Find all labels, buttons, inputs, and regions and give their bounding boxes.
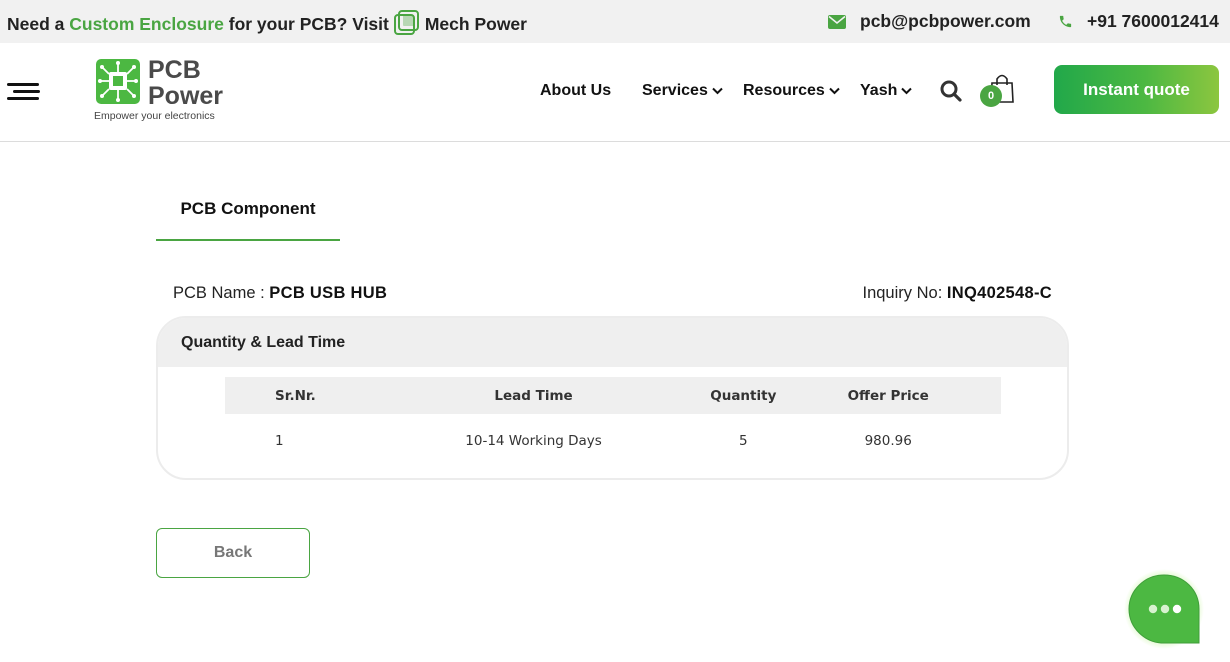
instant-quote-button[interactable]: Instant quote — [1054, 65, 1219, 114]
pcb-name-label: PCB Name : — [173, 284, 265, 302]
inquiry-label: Inquiry No: — [862, 284, 943, 302]
quantity-lead-time-card: Quantity & Lead Time Sr.Nr. Lead Time Qu… — [156, 316, 1069, 480]
back-button[interactable]: Back — [156, 528, 310, 578]
inquiry-number-row: Inquiry No: INQ402548-C — [863, 284, 1053, 303]
nav-services-label: Services — [642, 82, 708, 99]
active-tab-indicator — [156, 239, 340, 241]
nav-resources[interactable]: Resources — [743, 82, 840, 100]
promo-highlight[interactable]: Custom Enclosure — [69, 14, 224, 35]
phone-contact[interactable]: +91 7600012414 — [1058, 11, 1219, 32]
promo-prefix: Need a — [7, 13, 70, 34]
quote-table: Sr.Nr. Lead Time Quantity Offer Price 1 … — [225, 377, 1001, 468]
column-header-offer-price: Offer Price — [805, 377, 1001, 414]
phone-text[interactable]: +91 7600012414 — [1087, 11, 1219, 32]
logo-wordmark: PCB Power — [148, 57, 223, 109]
main-header: PCB Power Empower your electronics About… — [0, 43, 1230, 142]
nav-services[interactable]: Services — [642, 82, 723, 100]
table-row: 1 10-14 Working Days 5 980.96 — [225, 414, 1001, 468]
nav-user-yash[interactable]: Yash — [860, 82, 913, 100]
envelope-icon — [828, 14, 846, 29]
cell-quantity: 5 — [739, 433, 748, 449]
chat-bubble-icon[interactable] — [1123, 569, 1205, 651]
table-header-row: Sr.Nr. Lead Time Quantity Offer Price — [225, 377, 1001, 414]
phone-icon — [1059, 15, 1072, 28]
column-header-quantity: Quantity — [681, 377, 806, 414]
column-header-lead-time: Lead Time — [385, 377, 682, 414]
enclosure-promo[interactable]: Need a Custom Enclosure for your PCB? Vi… — [7, 10, 527, 37]
chevron-down-icon — [712, 87, 723, 95]
mech-power-logo-icon — [393, 10, 420, 36]
top-announcement-bar: Need a Custom Enclosure for your PCB? Vi… — [0, 0, 1230, 43]
pcb-name-row: PCB Name : PCB USB HUB — [173, 284, 387, 303]
mech-power-link[interactable]: Mech Power — [425, 14, 527, 35]
card-title: Quantity & Lead Time — [181, 334, 346, 351]
cart-count-badge[interactable]: 0 — [980, 85, 1002, 107]
cell-offer-price: 980.96 — [864, 433, 912, 449]
search-icon[interactable] — [940, 80, 962, 102]
email-contact[interactable]: pcb@pcbpower.com — [828, 11, 1031, 32]
tab-pcb-component[interactable]: PCB Component — [156, 199, 340, 219]
pcb-power-logo[interactable]: PCB Power Empower your electronics — [94, 57, 234, 123]
cell-sr-nr: 1 — [275, 433, 284, 449]
logo-tagline: Empower your electronics — [94, 110, 215, 122]
pcb-name-value: PCB USB HUB — [269, 284, 388, 302]
chevron-down-icon — [901, 87, 913, 95]
circuit-chip-icon — [96, 59, 140, 104]
card-header: Quantity & Lead Time — [158, 318, 1067, 367]
column-header-sr-nr: Sr.Nr. — [225, 377, 386, 414]
email-text[interactable]: pcb@pcbpower.com — [860, 11, 1031, 32]
nav-resources-label: Resources — [743, 82, 825, 99]
nav-about-us[interactable]: About Us — [540, 82, 611, 100]
promo-middle: for your PCB? Visit — [223, 13, 389, 34]
logo-line-1: PCB — [148, 56, 201, 84]
nav-about-us-label: About Us — [540, 82, 612, 99]
inquiry-value: INQ402548-C — [946, 284, 1052, 302]
cell-lead-time: 10-14 Working Days — [465, 433, 602, 449]
hamburger-menu-icon[interactable] — [7, 83, 41, 101]
chevron-down-icon — [829, 87, 840, 95]
nav-user-label: Yash — [860, 82, 898, 99]
logo-line-2: Power — [148, 82, 224, 110]
